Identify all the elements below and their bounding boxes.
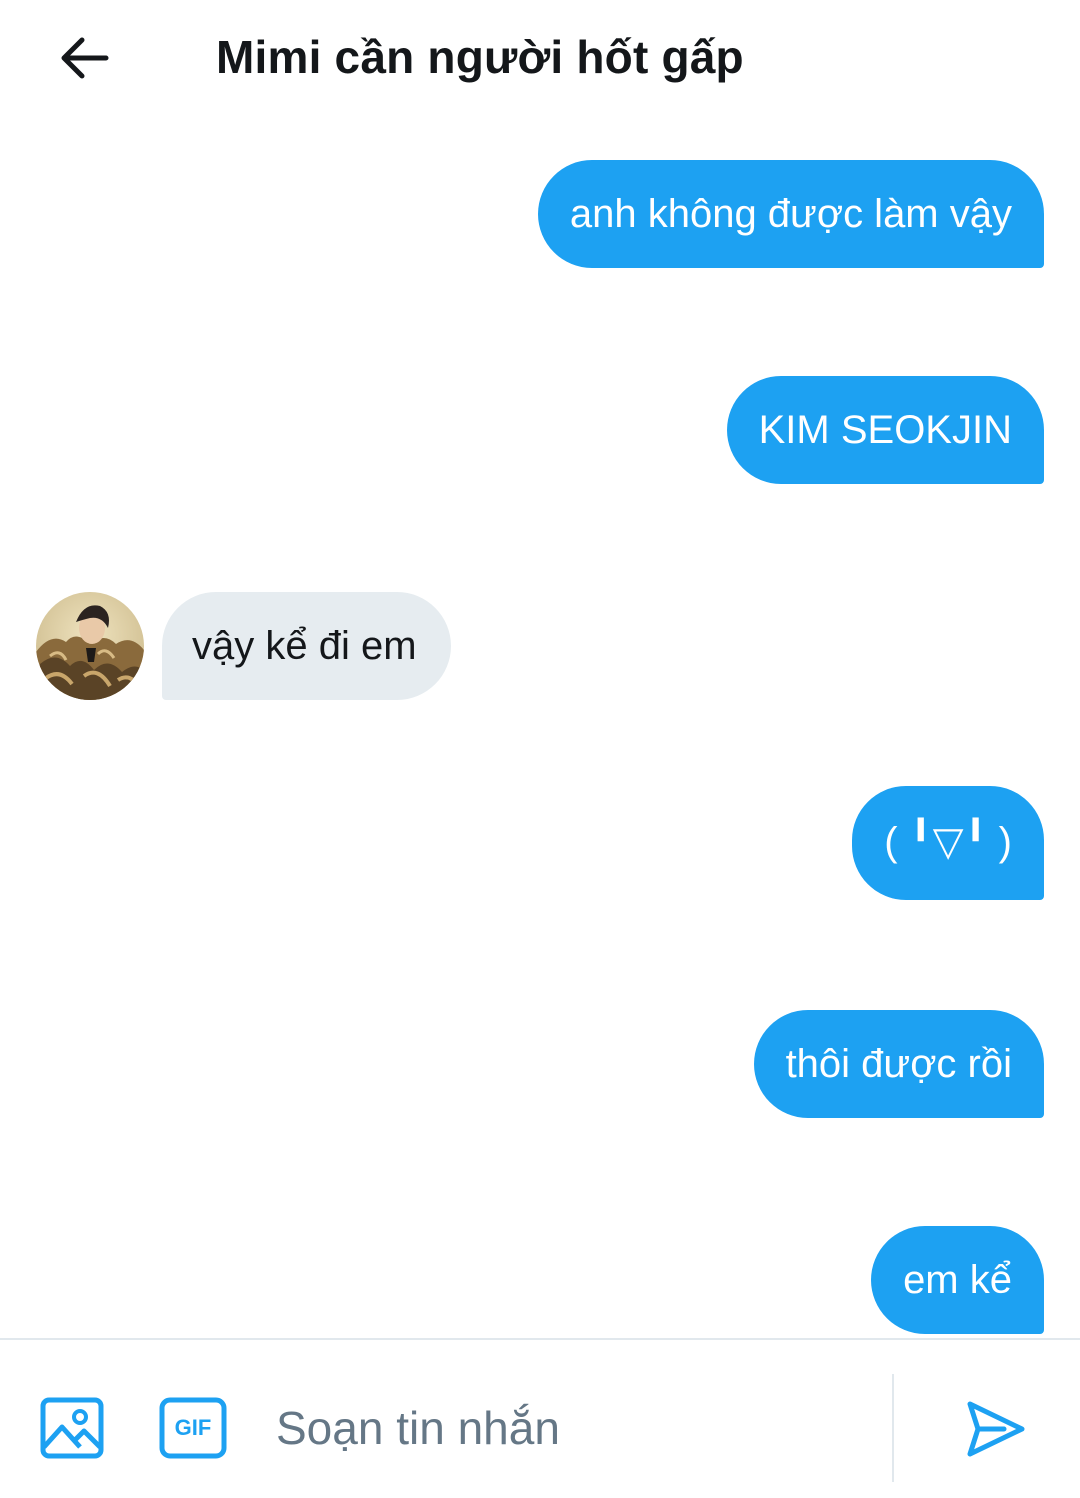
message-text: vậy kể đi em <box>192 624 417 668</box>
chat-header: Mimi cần người hốt gấp <box>0 0 1080 116</box>
send-icon <box>967 1401 1025 1457</box>
send-button[interactable] <box>962 1396 1028 1462</box>
message-text: thôi được rồi <box>785 1042 1012 1086</box>
sent-message-bubble[interactable]: KIM SEOKJIN <box>726 376 1044 484</box>
message-text: em kể <box>903 1258 1012 1302</box>
back-button[interactable] <box>52 26 116 90</box>
conversation-title: Mimi cần người hốt gấp <box>216 31 744 83</box>
sent-message-bubble[interactable]: ( ╹▽╹ ) <box>852 786 1044 900</box>
sent-message-bubble[interactable]: thôi được rồi <box>753 1010 1044 1118</box>
image-icon <box>40 1397 104 1459</box>
arrow-left-icon <box>61 37 109 79</box>
chat-screen: Mimi cần người hốt gấp anh không được là… <box>0 0 1080 1498</box>
add-gif-button[interactable]: GIF <box>158 1396 228 1460</box>
avatar[interactable] <box>36 592 144 700</box>
message-text: KIM SEOKJIN <box>758 408 1012 452</box>
composer-divider <box>892 1374 894 1482</box>
received-message-bubble[interactable]: vậy kể đi em <box>162 592 451 700</box>
message-text: ( ╹▽╹ ) <box>884 820 1012 864</box>
sent-message-bubble[interactable]: em kể <box>871 1226 1044 1334</box>
avatar-image <box>36 592 144 700</box>
sent-message-bubble[interactable]: anh không được làm vậy <box>537 160 1044 268</box>
gif-label: GIF <box>174 1415 212 1440</box>
message-composer: GIF <box>0 1338 1080 1498</box>
add-image-button[interactable] <box>38 1396 106 1460</box>
message-text: anh không được làm vậy <box>569 192 1012 236</box>
message-input[interactable] <box>276 1398 856 1458</box>
